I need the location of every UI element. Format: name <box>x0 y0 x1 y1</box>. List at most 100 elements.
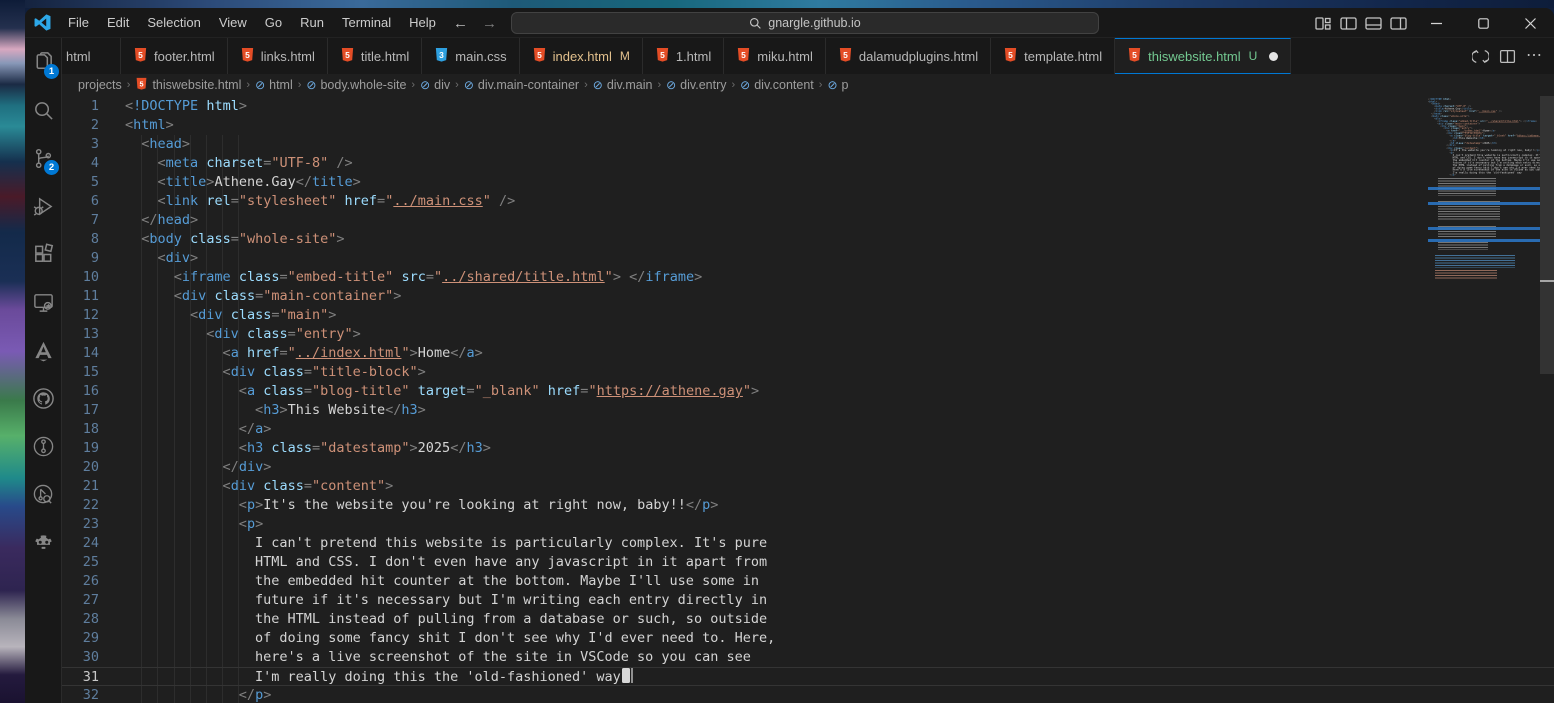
tab-miku.html[interactable]: 5miku.html <box>724 38 826 74</box>
menu-view[interactable]: View <box>210 8 256 38</box>
line-number: 11 <box>62 287 99 306</box>
split-editor-icon[interactable] <box>1499 48 1516 65</box>
git-status-badge: M <box>620 49 630 63</box>
code-line-17: 17 <h3>This Website</h3> <box>62 401 1554 420</box>
tab-thiswebsite.html[interactable]: 5thiswebsite.htmlU <box>1115 38 1291 74</box>
line-number: 5 <box>62 173 99 192</box>
symbol-element-icon: ⊘ <box>306 79 316 91</box>
gitlens-icon[interactable] <box>25 422 61 470</box>
a-extension-icon[interactable] <box>25 326 61 374</box>
code-line-3: 3 <head> <box>62 135 1554 154</box>
tab-main.css[interactable]: 3main.css <box>422 38 519 74</box>
tab-links.html[interactable]: 5links.html <box>228 38 328 74</box>
toggle-primary-sidebar-icon[interactable] <box>1340 17 1357 30</box>
minimap[interactable]: <!DOCTYPE html><html> <head> <meta chars… <box>1428 96 1540 703</box>
unsaved-dot-icon[interactable] <box>1269 52 1278 61</box>
line-content: here's a live screenshot of the site in … <box>99 648 751 667</box>
menu-help[interactable]: Help <box>400 8 445 38</box>
back-arrow-icon[interactable]: ← <box>453 15 468 32</box>
breadcrumb-item-body.whole-site[interactable]: ⊘body.whole-site <box>306 78 406 92</box>
tab-strip-empty <box>1291 38 1472 74</box>
line-number: 25 <box>62 553 99 572</box>
tab-label: main.css <box>455 49 506 64</box>
more-actions-icon[interactable]: ⋯ <box>1526 48 1542 64</box>
breadcrumb-item-html[interactable]: ⊘html <box>255 78 293 92</box>
maximize-button[interactable] <box>1460 8 1507 38</box>
tab-index.html[interactable]: 5index.htmlM <box>520 38 643 74</box>
code-line-7: 7 </head> <box>62 211 1554 230</box>
source-control-badge: 2 <box>44 160 59 175</box>
godot-tools-icon[interactable] <box>25 518 61 566</box>
open-changes-icon[interactable] <box>1472 48 1489 65</box>
breadcrumb-label: div.main-container <box>478 78 579 92</box>
breadcrumb-item-div.main[interactable]: ⊘div.main <box>593 78 653 92</box>
svg-text:5: 5 <box>843 50 848 60</box>
line-content: <div class="title-block"> <box>99 363 426 382</box>
breadcrumb-label: p <box>842 78 849 92</box>
customize-layout-icon[interactable] <box>1315 17 1332 30</box>
line-content: I'm really doing this the 'old-fashioned… <box>99 668 633 685</box>
breadcrumb-item-p[interactable]: ⊘p <box>827 78 848 92</box>
source-control-icon[interactable]: 2 <box>25 134 61 182</box>
minimap-tag-block <box>1435 270 1497 279</box>
vertical-scrollbar[interactable] <box>1540 96 1554 703</box>
extensions-icon[interactable] <box>25 230 61 278</box>
line-number: 8 <box>62 230 99 249</box>
menu-go[interactable]: Go <box>256 8 291 38</box>
tab-1.html[interactable]: 51.html <box>643 38 724 74</box>
breadcrumb-item-div.main-container[interactable]: ⊘div.main-container <box>464 78 579 92</box>
explorer-icon[interactable]: 1 <box>25 38 61 86</box>
gitlens-inspect-icon[interactable] <box>25 470 61 518</box>
tab-label: title.html <box>361 49 409 64</box>
breadcrumb-item-projects[interactable]: projects <box>78 78 122 92</box>
breadcrumb-item-div.content[interactable]: ⊘div.content <box>740 78 814 92</box>
line-number: 30 <box>62 648 99 667</box>
line-content: <link rel="stylesheet" href="../main.css… <box>99 192 515 211</box>
line-number: 6 <box>62 192 99 211</box>
menu-file[interactable]: File <box>59 8 98 38</box>
line-content: <body class="whole-site"> <box>99 230 345 249</box>
menu-edit[interactable]: Edit <box>98 8 138 38</box>
symbol-element-icon: ⊘ <box>827 79 837 91</box>
breadcrumb-item-div.entry[interactable]: ⊘div.entry <box>666 78 726 92</box>
code-line-28: 28 the HTML instead of pulling from a da… <box>62 610 1554 629</box>
tab-title.html[interactable]: 5title.html <box>328 38 422 74</box>
menu-terminal[interactable]: Terminal <box>333 8 400 38</box>
html-file-icon: 5 <box>240 47 255 65</box>
scrollbar-slider[interactable] <box>1540 96 1554 374</box>
tab-html[interactable]: html <box>62 38 121 74</box>
run-and-debug-icon[interactable] <box>25 182 61 230</box>
tab-footer.html[interactable]: 5footer.html <box>121 38 228 74</box>
breadcrumb-item-div[interactable]: ⊘div <box>420 78 450 92</box>
tab-dalamudplugins.html[interactable]: 5dalamudplugins.html <box>826 38 991 74</box>
line-content: <a class="blog-title" target="_blank" hr… <box>99 382 759 401</box>
line-number: 3 <box>62 135 99 154</box>
github-icon[interactable] <box>25 374 61 422</box>
remote-explorer-icon[interactable] <box>25 278 61 326</box>
menu-run[interactable]: Run <box>291 8 333 38</box>
minimize-button[interactable] <box>1413 8 1460 38</box>
minimap-highlight-line <box>1428 187 1540 190</box>
tab-template.html[interactable]: 5template.html <box>991 38 1115 74</box>
close-button[interactable] <box>1507 8 1554 38</box>
toggle-secondary-sidebar-icon[interactable] <box>1390 17 1407 30</box>
breadcrumb-item-thiswebsite.html[interactable]: 5thiswebsite.html <box>135 77 241 93</box>
code-editor[interactable]: 1<!DOCTYPE html>2<html>3 <head>4 <meta c… <box>62 96 1554 703</box>
line-number: 12 <box>62 306 99 325</box>
breadcrumb: projects›5thiswebsite.html›⊘html›⊘body.w… <box>62 74 1554 96</box>
code-line-31: 31 I'm really doing this the 'old-fashio… <box>62 667 1554 686</box>
toggle-panel-icon[interactable] <box>1365 17 1382 30</box>
line-content: <div class="main-container"> <box>99 287 401 306</box>
svg-text:5: 5 <box>140 79 144 88</box>
menu-selection[interactable]: Selection <box>138 8 209 38</box>
line-content: the HTML instead of pulling from a datab… <box>99 610 767 629</box>
command-center-search[interactable]: gnargle.github.io <box>511 12 1099 34</box>
code-line-11: 11 <div class="main-container"> <box>62 287 1554 306</box>
code-line-15: 15 <div class="title-block"> <box>62 363 1554 382</box>
html-file-icon: 5 <box>135 77 148 93</box>
code-area[interactable]: 1<!DOCTYPE html>2<html>3 <head>4 <meta c… <box>62 96 1554 703</box>
title-bar: FileEditSelectionViewGoRunTerminalHelp ←… <box>25 8 1554 38</box>
forward-arrow-icon[interactable]: → <box>482 15 497 32</box>
layout-controls <box>1315 8 1407 38</box>
search-view-icon[interactable] <box>25 86 61 134</box>
